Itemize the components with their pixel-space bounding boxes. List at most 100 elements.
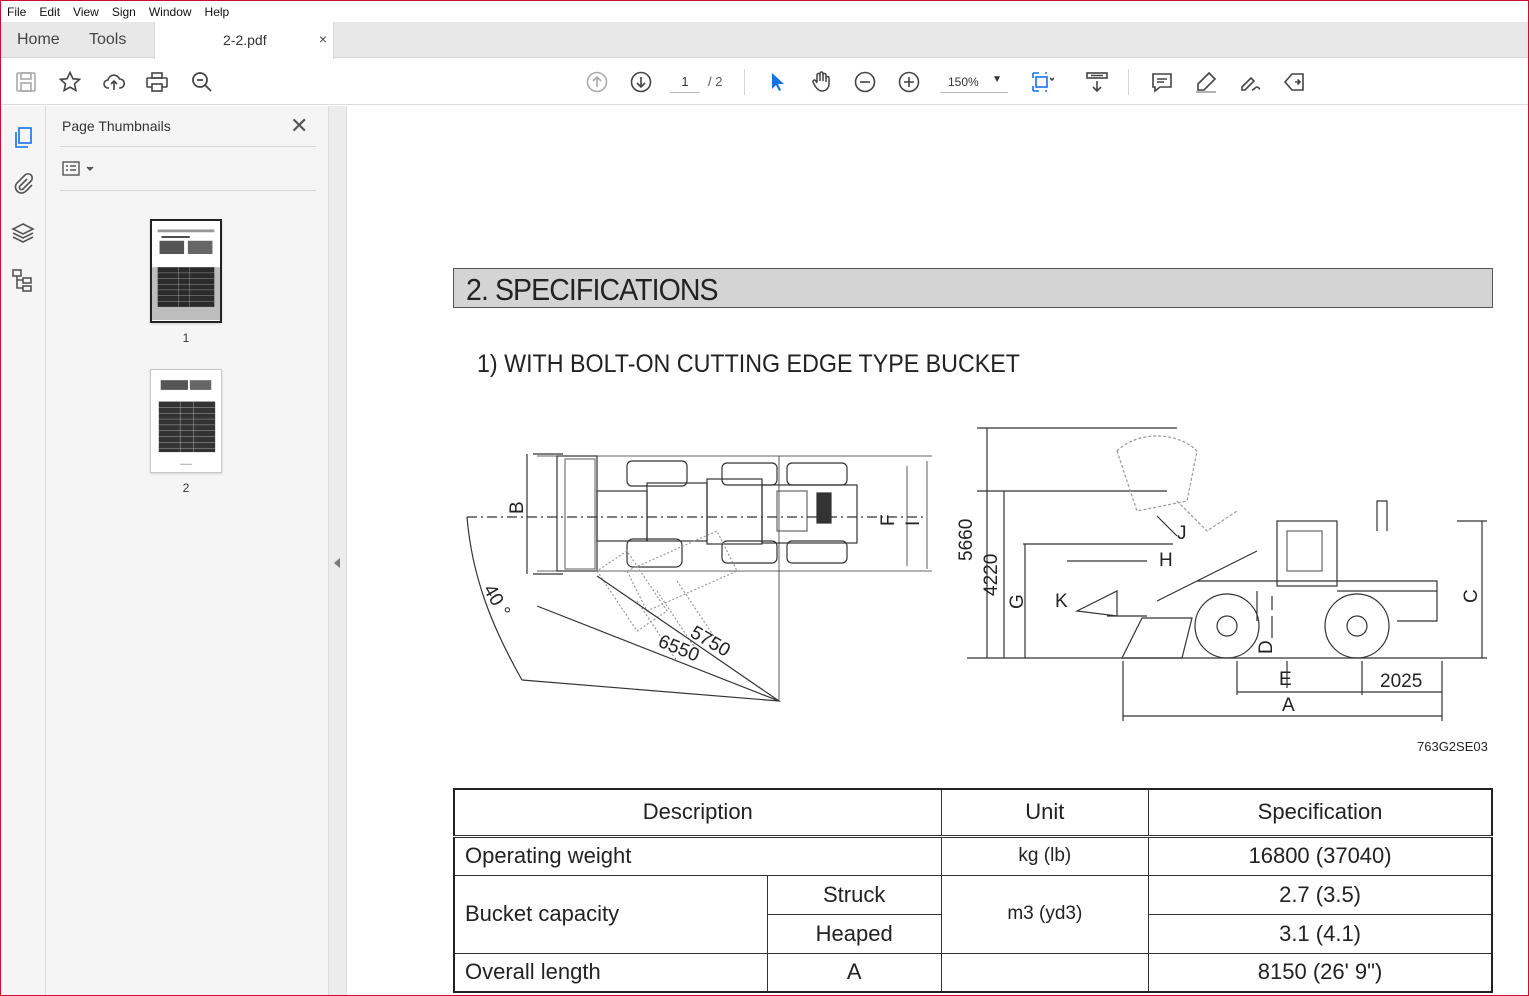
tab-close-button[interactable]: × [319,31,327,47]
cell-spec: 3.1 (4.1) [1148,913,1493,954]
panel-title: Page Thumbnails [62,118,171,134]
thumbnail-label: 1 [182,331,190,345]
toolbar-divider [1128,69,1129,95]
thumbnail-page-1-preview [152,221,220,321]
previous-page-icon[interactable] [585,70,609,94]
tab-tools[interactable]: Tools [89,31,126,49]
table-row: Overall length A 8150 (26' 9") [453,952,1493,993]
cell-unit: m3 (yd3) [940,874,1150,954]
page-total: / 2 [708,74,723,89]
top-view-drawing [466,453,932,702]
section-title: 2. SPECIFICATIONS [466,272,719,307]
header-unit: Unit [940,788,1150,838]
page-number-input[interactable] [670,71,700,93]
menu-bar: File Edit View Sign Window Help [1,1,1528,22]
dim-label-d: D [1256,640,1277,654]
cell-sub-description: A [766,952,942,993]
page-fit-icon[interactable] [1030,70,1055,94]
app-window: File Edit View Sign Window Help Home Too… [0,0,1529,996]
attachments-paperclip-icon[interactable] [11,172,35,196]
toolbar: / 2 150% ▼ [1,59,1528,105]
thumbnail-page-2[interactable] [150,369,222,473]
chevron-down-icon: ▼ [992,74,1002,85]
cell-spec: 16800 (37040) [1148,835,1493,876]
search-zoom-icon[interactable] [190,70,214,94]
document-view[interactable]: 2. SPECIFICATIONS 1) WITH BOLT-ON CUTTIN… [347,106,1528,995]
panel-splitter[interactable] [329,106,347,995]
cell-description: Bucket capacity [453,874,768,954]
dim-label-e: E [1279,669,1292,690]
thumbnail-page-2-preview [151,370,221,472]
specification-drawing: B F I 40 ° 5750 6550 5660 4220 G H J K C… [466,427,1487,721]
navigation-rail [1,106,46,995]
figure-code: 763G2SE03 [1417,739,1488,754]
dim-label-f: F [878,514,899,526]
close-panel-button[interactable]: ✕ [290,113,308,139]
content-tree-icon[interactable] [11,268,35,292]
zoom-out-icon[interactable] [853,70,877,94]
dim-label-g: G [1007,594,1028,609]
next-page-icon[interactable] [629,70,653,94]
cell-spec: 8150 (26' 9") [1148,952,1493,993]
toolbar-divider [744,69,745,95]
cell-sub-description: Struck [766,874,942,915]
cell-unit [940,952,1150,993]
table-row: Bucket capacity Struck m3 (yd3) 2.7 (3.5… [453,874,1493,954]
dim-label-j: J [1177,523,1187,544]
upload-cloud-icon[interactable] [102,70,126,94]
header-specification: Specification [1148,788,1493,838]
zoom-level-value: 150% [948,75,979,89]
menu-file[interactable]: File [7,5,26,19]
dim-label-b: B [507,501,528,514]
tab-bar: Home Tools 2-2.pdf × [1,22,1528,59]
collapse-arrow-icon[interactable] [334,558,340,568]
thumbnail-label: 2 [182,481,190,495]
thumbnail-options-menu[interactable] [62,159,98,179]
dim-label-h: H [1159,550,1173,571]
section-header: 2. SPECIFICATIONS [453,268,1493,308]
draw-sign-icon[interactable] [1238,70,1262,94]
cell-description: Overall length [453,952,768,993]
dim-label-4220: 4220 [981,554,1002,596]
cell-description: Operating weight [453,835,942,876]
cell-spec: 2.7 (3.5) [1148,874,1493,915]
cell-unit: kg (lb) [940,835,1150,876]
dim-label-c: C [1461,589,1482,603]
share-tag-icon[interactable] [1282,70,1306,94]
cell-sub-description: Heaped [766,913,942,954]
save-icon[interactable] [14,70,38,94]
panel-divider [60,190,316,191]
hand-tool-icon[interactable] [809,70,833,94]
tab-document-title: 2-2.pdf [223,32,267,48]
tab-document[interactable]: 2-2.pdf × [154,22,334,59]
dim-label-angle: 40 ° [479,581,514,621]
scroll-mode-icon[interactable] [1085,70,1109,94]
table-header-row: Description Unit Specification [453,788,1493,838]
thumbnail-page-1[interactable] [150,219,222,323]
menu-sign[interactable]: Sign [112,5,136,19]
panel-divider [60,146,316,147]
dim-label-k: K [1055,591,1068,612]
bookmark-star-icon[interactable] [58,70,82,94]
page-thumbnails-icon[interactable] [11,126,35,150]
menu-help[interactable]: Help [205,5,230,19]
dim-label-2025: 2025 [1380,671,1422,692]
menu-view[interactable]: View [73,5,99,19]
zoom-level-select[interactable]: 150% ▼ [940,71,1008,93]
menu-edit[interactable]: Edit [39,5,60,19]
tab-home[interactable]: Home [17,31,60,49]
page-thumbnails-panel: Page Thumbnails ✕ 1 2 [46,106,329,995]
dim-label-i: I [903,521,924,526]
select-cursor-icon[interactable] [765,70,789,94]
header-description: Description [453,788,942,838]
dim-label-5660: 5660 [956,519,977,561]
comment-icon[interactable] [1150,70,1174,94]
dim-label-a: A [1282,695,1295,716]
highlight-pen-icon[interactable] [1194,70,1218,94]
zoom-in-icon[interactable] [897,70,921,94]
table-row: Operating weight kg (lb) 16800 (37040) [453,835,1493,876]
specification-table: Description Unit Specification Operating… [453,788,1493,993]
layers-icon[interactable] [11,221,35,245]
print-icon[interactable] [145,70,169,94]
menu-window[interactable]: Window [149,5,192,19]
